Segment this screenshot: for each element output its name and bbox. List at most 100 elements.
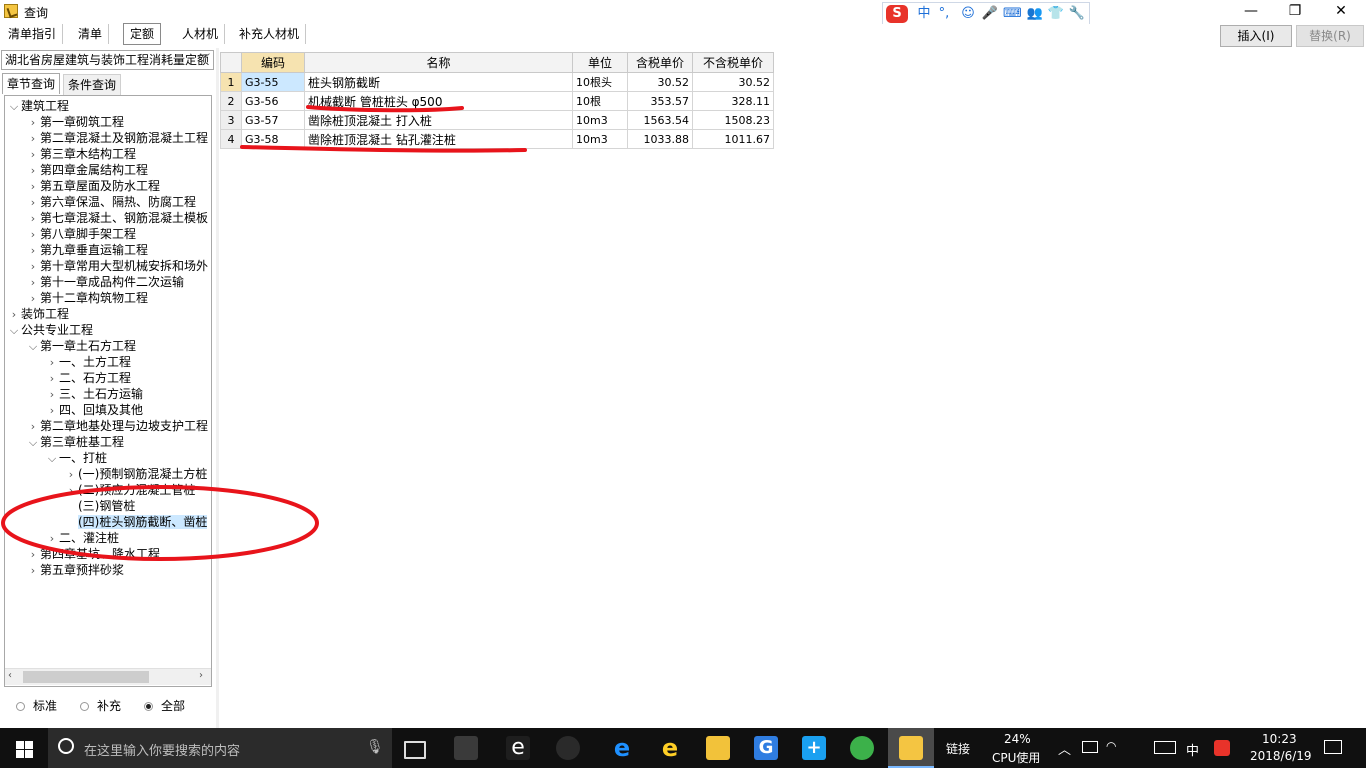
notax-price-cell[interactable]: 1011.67 <box>692 129 774 149</box>
tree-node[interactable]: › (二)预应力混凝土管桩 <box>64 482 196 499</box>
ime-lang-icon[interactable]: 中 <box>915 6 933 22</box>
taskbar-search-box[interactable]: 在这里输入你要搜索的内容 🎙 <box>48 728 392 768</box>
tab-list[interactable]: 清单 <box>72 24 110 44</box>
expand-chevron-icon[interactable]: › <box>26 243 40 259</box>
ime-skin-icon[interactable]: 👕 <box>1047 6 1065 22</box>
tree-node[interactable]: › 第四章金属结构工程 <box>26 162 148 178</box>
clock-time[interactable]: 10:23 <box>1262 732 1297 746</box>
expand-chevron-icon[interactable]: › <box>26 419 40 435</box>
expand-chevron-icon[interactable]: › <box>45 371 59 387</box>
tree-node[interactable]: › 二、灌注桩 <box>45 530 119 546</box>
input-language[interactable]: 中 <box>1186 740 1199 759</box>
tree-node[interactable]: › 第六章保温、隔热、防腐工程 <box>26 194 196 210</box>
tax-price-cell[interactable]: 1033.88 <box>627 129 693 149</box>
plus-app-icon[interactable]: + <box>802 736 826 760</box>
unit-cell[interactable]: 10m3 <box>572 110 628 130</box>
link-toolbar-label[interactable]: 链接 <box>946 740 970 757</box>
col-header-unit[interactable]: 单位 <box>572 52 628 73</box>
notax-price-cell[interactable]: 1508.23 <box>692 110 774 130</box>
tab-condition-query[interactable]: 条件查询 <box>63 74 122 95</box>
table-row[interactable]: 1 G3-55 桩头钢筋截断 10根头 30.52 30.52 <box>220 72 774 92</box>
tax-price-cell[interactable]: 30.52 <box>627 72 693 92</box>
filter-standard-radio[interactable]: 标准 <box>16 698 57 714</box>
row-number-cell[interactable]: 4 <box>220 129 242 149</box>
collapse-chevron-icon[interactable]: ⌵ <box>7 99 21 115</box>
edge-legacy-icon[interactable]: e <box>506 736 530 760</box>
tree-node[interactable]: ⌵ 建筑工程 <box>7 98 69 114</box>
tree-node[interactable]: (三)钢管桩 <box>64 498 135 514</box>
file-explorer-icon[interactable] <box>706 736 730 760</box>
expand-chevron-icon[interactable]: › <box>64 483 78 499</box>
battery-icon[interactable] <box>1082 741 1098 753</box>
name-cell[interactable]: 桩头钢筋截断 <box>304 72 573 92</box>
tree-node[interactable]: ⌵ 第三章桩基工程 <box>26 434 124 450</box>
expand-chevron-icon[interactable]: › <box>45 355 59 371</box>
col-header-notax-price[interactable]: 不含税单价 <box>692 52 774 73</box>
tree-node[interactable]: (四)桩头钢筋截断、凿桩 <box>64 514 208 530</box>
tree-node[interactable]: › 第五章预拌砂浆 <box>26 562 124 578</box>
ime-tools-icon[interactable]: 🔧 <box>1068 6 1086 22</box>
row-number-cell[interactable]: 3 <box>220 110 242 130</box>
table-row[interactable]: 3 G3-57 凿除桩顶混凝土 打入桩 10m3 1563.54 1508.23 <box>220 110 774 130</box>
network-icon[interactable]: ◠ <box>1106 739 1116 753</box>
expand-chevron-icon[interactable]: › <box>26 179 40 195</box>
tree-node[interactable]: › 二、石方工程 <box>45 370 131 386</box>
insert-button[interactable]: 插入(I) <box>1220 25 1292 47</box>
tree-node[interactable]: › 第一章砌筑工程 <box>26 114 124 130</box>
tree-node[interactable]: › 装饰工程 <box>7 306 69 322</box>
expand-chevron-icon[interactable]: › <box>26 291 40 307</box>
tree-node[interactable]: › 第十二章构筑物工程 <box>26 290 148 306</box>
tax-price-cell[interactable]: 1563.54 <box>627 110 693 130</box>
scroll-left-icon[interactable]: ‹ <box>8 670 12 681</box>
code-cell[interactable]: G3-56 <box>241 91 305 111</box>
collapse-chevron-icon[interactable]: ⌵ <box>26 339 40 355</box>
expand-chevron-icon[interactable]: › <box>26 211 40 227</box>
tree-node[interactable]: › 第七章混凝土、钢筋混凝土模板 <box>26 210 208 226</box>
microphone-icon[interactable]: 🎙 <box>366 739 384 755</box>
tree-node[interactable]: ⌵ 第一章土石方工程 <box>26 338 136 354</box>
expand-chevron-icon[interactable]: › <box>26 259 40 275</box>
tree-node[interactable]: › 第九章垂直运输工程 <box>26 242 148 258</box>
expand-chevron-icon[interactable]: › <box>26 195 40 211</box>
panel-splitter[interactable] <box>216 48 219 728</box>
tree-node[interactable]: › 三、土石方运输 <box>45 386 143 402</box>
tab-supplementary-lmm[interactable]: 补充人材机 <box>233 24 307 44</box>
fan-app-icon[interactable] <box>454 736 478 760</box>
quota-library-select[interactable]: 湖北省房屋建筑与装饰工程消耗量定额 ﹀ <box>1 50 214 70</box>
ime-punct-icon[interactable]: °, <box>935 6 953 22</box>
notax-price-cell[interactable]: 328.11 <box>692 91 774 111</box>
tree-node[interactable]: › 第八章脚手架工程 <box>26 226 136 242</box>
expand-chevron-icon[interactable]: › <box>26 227 40 243</box>
close-button[interactable]: ✕ <box>1318 0 1364 24</box>
expand-chevron-icon[interactable]: › <box>26 115 40 131</box>
minimize-button[interactable]: — <box>1228 0 1274 24</box>
green-refresh-app-icon[interactable] <box>850 736 874 760</box>
tree-node[interactable]: › 第三章木结构工程 <box>26 146 136 162</box>
code-cell[interactable]: G3-57 <box>241 110 305 130</box>
maximize-button[interactable]: ❐ <box>1272 0 1318 24</box>
scroll-right-icon[interactable]: › <box>199 670 203 681</box>
start-button[interactable] <box>0 728 48 768</box>
expand-chevron-icon[interactable]: › <box>26 275 40 291</box>
expand-chevron-icon[interactable]: › <box>26 147 40 163</box>
tab-quota[interactable]: 定额 <box>123 23 162 45</box>
unit-cell[interactable]: 10根头 <box>572 72 628 92</box>
expand-chevron-icon[interactable]: › <box>26 131 40 147</box>
tree-node[interactable]: ⌵ 一、打桩 <box>45 450 107 466</box>
ime-user-icon[interactable]: 👥 <box>1026 6 1044 22</box>
name-cell[interactable]: 机械截断 管桩桩头 φ500 <box>304 91 573 111</box>
col-header-tax-price[interactable]: 含税单价 <box>627 52 693 73</box>
ime-emoji-icon[interactable]: ☺ <box>959 6 977 22</box>
tree-horizontal-scrollbar[interactable]: ‹ › <box>5 668 211 685</box>
ime-keyboard-icon[interactable]: ⌨ <box>1003 6 1022 22</box>
unit-cell[interactable]: 10m3 <box>572 129 628 149</box>
sogou-logo-icon[interactable]: S <box>886 5 908 23</box>
unit-cell[interactable]: 10根 <box>572 91 628 111</box>
chevron-up-icon[interactable]: ︿ <box>1058 739 1071 758</box>
name-cell[interactable]: 凿除桩顶混凝土 钻孔灌注桩 <box>304 129 573 149</box>
notax-price-cell[interactable]: 30.52 <box>692 72 774 92</box>
glodon-app-icon[interactable]: G <box>754 736 778 760</box>
code-cell[interactable]: G3-58 <box>241 129 305 149</box>
tree-node[interactable]: › 第十一章成品构件二次运输 <box>26 274 184 290</box>
ime-voice-icon[interactable]: 🎤 <box>981 6 999 22</box>
